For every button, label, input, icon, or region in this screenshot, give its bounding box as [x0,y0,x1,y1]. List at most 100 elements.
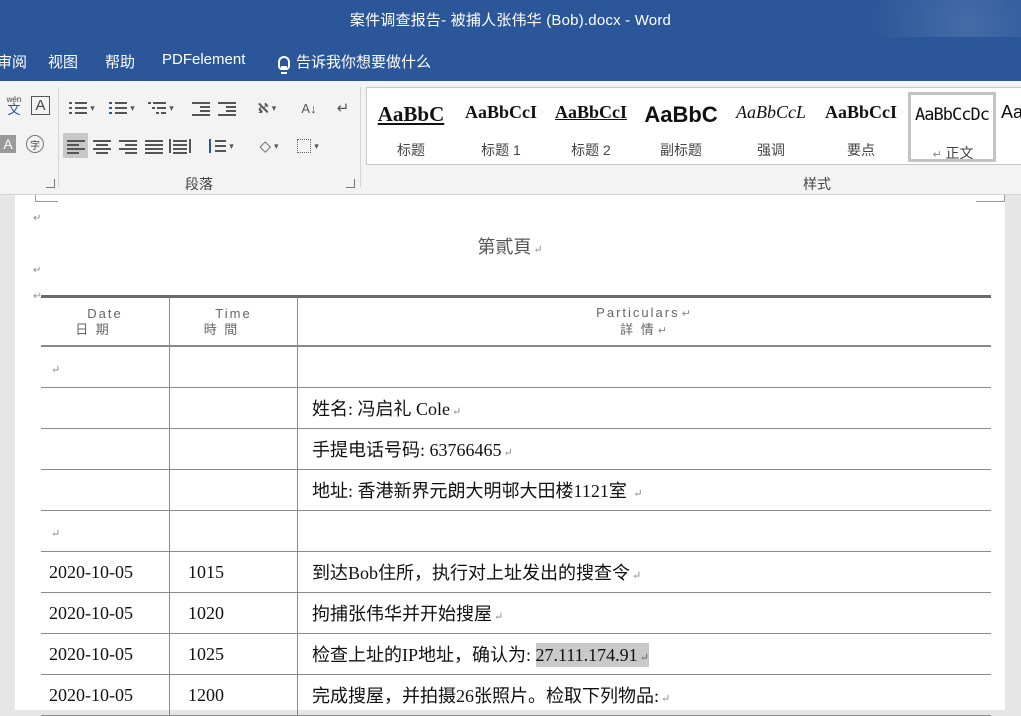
cell-time[interactable]: 1025 [169,633,298,675]
style-title[interactable]: AaBbC 标题 [367,88,455,164]
window-title: 案件调查报告- 被捕人张伟华 (Bob).docx - Word [349,12,672,29]
crop-mark [35,195,58,202]
style-name: 标题 1 [481,142,521,158]
decrease-indent-icon [192,101,210,116]
menu-help[interactable]: 帮助 [105,51,135,72]
cell-time[interactable] [169,469,298,511]
cell-date[interactable] [41,387,170,429]
style-emphasis[interactable]: AaBbCcL 强调 [727,88,815,164]
cell-date[interactable] [41,428,170,470]
styles-group-label: 样式 [803,176,831,192]
table-row: ↵ [41,346,991,388]
style-heading-1[interactable]: AaBbCcI 标题 1 [457,88,545,164]
style-more[interactable]: Aa [1001,88,1021,164]
cell-time[interactable]: 1020 [169,592,298,634]
table-row: 2020-10-05 1015 到达Bob住所，执行对上址发出的搜查令 ↵ [41,551,991,593]
menu-review[interactable]: 审阅 [0,51,27,72]
cell-details[interactable]: 姓名: 冯启礼 Cole ↵ [297,387,991,429]
table-row: 手提电话号码: 63766465 ↵ [41,428,991,470]
cell-details[interactable]: 拘捕张伟华并开始搜屋 ↵ [297,592,991,634]
cell-details[interactable]: 地址: 香港新界元朗大明邨大田楼1121室 ↵ [297,469,991,511]
cell-date[interactable]: 2020-10-05 [41,551,170,593]
numbering-button[interactable] [104,97,140,119]
table-row: 2020-10-05 1020 拘捕张伟华并开始搜屋 ↵ [41,592,991,634]
cell-details[interactable]: 完成搜屋，并拍摄26张照片。检取下列物品: ↵ [297,674,991,716]
character-shading-button[interactable]: A [0,135,16,153]
borders-button[interactable] [291,135,325,157]
table-header-row: Date 日 期 Time 時 間 Particulars ↵ 詳 情 ↵ [41,295,991,347]
sort-button[interactable]: A↓ [298,97,320,119]
cell-date[interactable]: 2020-10-05 [41,633,170,675]
show-hide-marks-button[interactable]: ↵ [332,97,354,119]
ribbon-separator [58,87,59,187]
table-row: 2020-10-05 1200 完成搜屋，并拍摄26张照片。检取下列物品: ↵ [41,674,991,716]
menu-pdfelement[interactable]: PDFelement [162,51,245,68]
line-spacing-button[interactable] [203,135,239,157]
cell-time[interactable] [169,428,298,470]
paragraph-mark: ↵ [33,213,42,224]
table-row: 地址: 香港新界元朗大明邨大田楼1121室 ↵ [41,469,991,511]
numbering-icon [109,101,128,115]
case-log-table: Date 日 期 Time 時 間 Particulars ↵ 詳 情 ↵ ↵ 姓名: 冯… [41,295,991,716]
cell-details[interactable]: 手提电话号码: 63766465 ↵ [297,428,991,470]
cell-date[interactable] [41,469,170,511]
paragraph-mark: ↵ [33,265,42,276]
sort-icon: A↓ [301,100,317,116]
chinese-layout-button[interactable]: ℵ [250,97,284,119]
cell-time[interactable] [169,387,298,429]
ribbon-separator [360,87,361,187]
align-center-icon [93,139,111,154]
style-strong[interactable]: AaBbCcI 要点 [817,88,905,164]
enclose-characters-button[interactable]: 字 [26,135,44,153]
cell-details[interactable] [297,346,991,388]
cell-details[interactable]: 检查上址的IP地址，确认为: 27.111.174.91 ↵ [297,633,991,675]
multilevel-list-button[interactable] [143,97,179,119]
decrease-indent-button[interactable] [190,97,212,119]
paragraph-dialog-launcher[interactable] [346,179,355,188]
align-center-button[interactable] [91,135,113,157]
crop-mark [976,195,1005,202]
menu-view[interactable]: 视图 [48,51,78,72]
document-page[interactable]: ↵ ↵ ↵ 第貳頁 ↵ Date 日 期 Time 時 間 Particulars ↵ 詳… [15,195,1005,716]
cell-date[interactable]: ↵ [41,510,170,552]
distributed-button[interactable] [169,135,191,157]
shading-button[interactable]: ◇ [251,135,287,157]
character-border-button[interactable]: A [31,96,50,115]
cell-details[interactable] [297,510,991,552]
cell-time[interactable] [169,510,298,552]
style-normal[interactable]: AaBbCcDc ↵ 正文 [908,92,996,162]
style-heading-2[interactable]: AaBbCcI 标题 2 [547,88,635,164]
style-name: 要点 [847,142,875,158]
cell-time[interactable]: 1200 [169,674,298,716]
chinese-layout-icon: ℵ [257,99,269,116]
cell-date[interactable]: 2020-10-05 [41,592,170,634]
align-left-icon [66,139,85,154]
selected-ip-text[interactable]: 27.111.174.91 ↵ [535,643,649,667]
distributed-icon [169,139,191,154]
phonetic-guide-button[interactable]: wén 文 [4,94,24,116]
justify-button[interactable] [143,135,165,157]
cell-details[interactable]: 到达Bob住所，执行对上址发出的搜查令 ↵ [297,551,991,593]
cell-time[interactable] [169,346,298,388]
styles-gallery: AaBbC 标题 AaBbCcI 标题 1 AaBbCcI 标题 2 AaBbC… [366,87,1021,165]
align-left-button[interactable] [63,133,88,158]
bullets-button[interactable] [64,97,100,119]
cell-date[interactable]: 2020-10-05 [41,674,170,716]
align-right-button[interactable] [117,135,139,157]
paragraph-mark-icon: ↵ [336,100,350,117]
style-subtitle[interactable]: AaBbC 副标题 [637,88,725,164]
cell-date[interactable]: ↵ [41,346,170,388]
increase-indent-button[interactable] [216,97,238,119]
borders-icon [297,139,312,153]
cell-time[interactable]: 1015 [169,551,298,593]
align-right-icon [119,139,137,154]
style-name: 副标题 [660,142,702,158]
multilevel-list-icon [148,101,167,115]
paragraph-group-label: 段落 [185,176,213,192]
lightbulb-icon [278,56,290,74]
tell-me-box[interactable]: 告诉我你想要做什么 [278,51,431,74]
table-row: 2020-10-05 1025 检查上址的IP地址，确认为: 27.111.17… [41,633,991,675]
table-row: ↵ [41,510,991,552]
font-dialog-launcher[interactable] [46,179,55,188]
style-preview: AaBbCcDc [915,105,990,125]
